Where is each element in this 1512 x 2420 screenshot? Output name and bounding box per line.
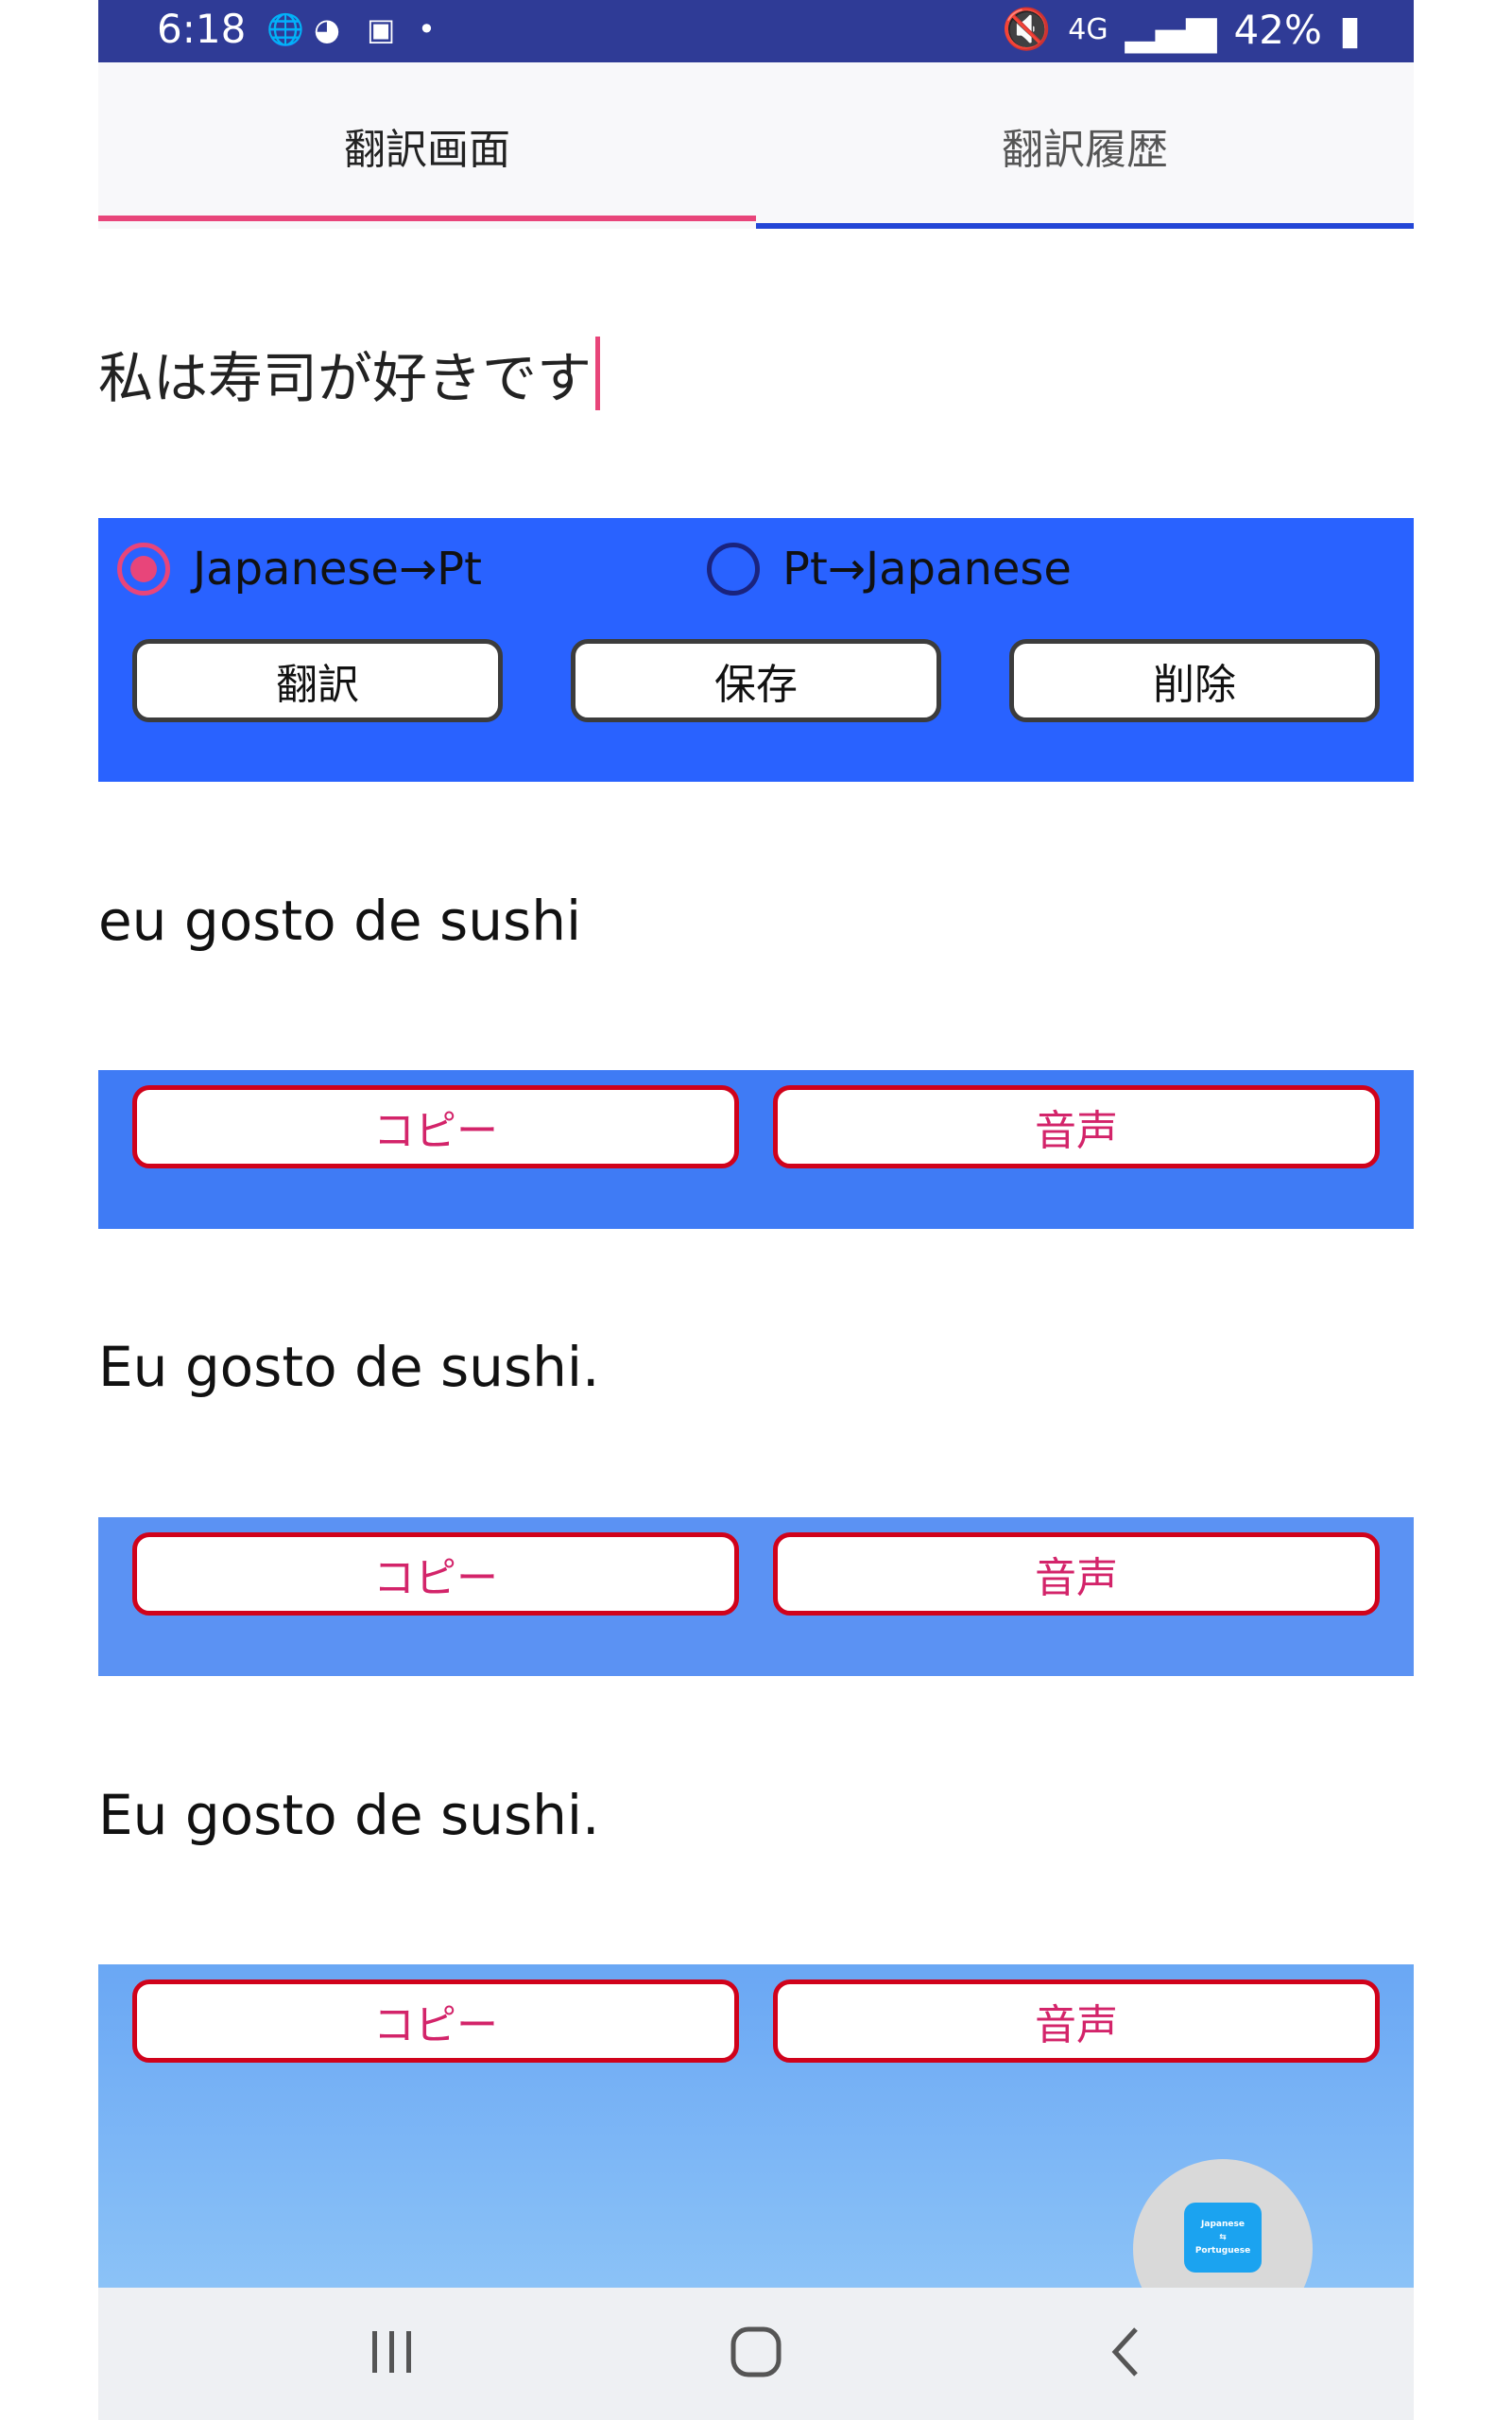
home-button[interactable] bbox=[699, 2310, 813, 2395]
copy-button[interactable]: コピー bbox=[132, 1085, 739, 1168]
result-text: eu gosto de sushi bbox=[98, 889, 582, 953]
back-button[interactable] bbox=[1070, 2310, 1183, 2395]
app-logo-icon: Japanese ⇆ Portuguese bbox=[1184, 2203, 1262, 2273]
home-icon bbox=[730, 2326, 782, 2377]
copy-button[interactable]: コピー bbox=[132, 1532, 739, 1616]
copy-button[interactable]: コピー bbox=[132, 1979, 739, 2063]
control-panel: Japanese→Pt Pt→Japanese 翻訳 保存 削除 bbox=[98, 518, 1414, 782]
battery-percent: 42% bbox=[1233, 6, 1322, 53]
save-button[interactable]: 保存 bbox=[571, 639, 941, 722]
radio-selected-icon bbox=[117, 543, 170, 596]
radio-label: Pt→Japanese bbox=[782, 543, 1072, 596]
source-text: 私は寿司が好きです bbox=[98, 346, 593, 410]
mute-icon: 🔇 bbox=[1001, 6, 1052, 52]
result-actions-panel: コピー 音声 bbox=[98, 1517, 1414, 1676]
radio-unselected-icon bbox=[707, 543, 760, 596]
source-text-input[interactable]: 私は寿司が好きです bbox=[98, 312, 1414, 435]
direction-radio-group: Japanese→Pt Pt→Japanese bbox=[117, 533, 1383, 609]
translate-globe-icon: 🌐 bbox=[266, 11, 304, 47]
tab-history[interactable]: 翻訳履歴 bbox=[756, 62, 1414, 229]
back-chevron-icon bbox=[1111, 2327, 1138, 2377]
radio-pt-to-japanese[interactable]: Pt→Japanese bbox=[707, 543, 1072, 596]
result-actions-panel: コピー 音声 bbox=[98, 1070, 1414, 1229]
speech-button[interactable]: 音声 bbox=[773, 1085, 1380, 1168]
network-type: 4G bbox=[1068, 12, 1108, 46]
logo-text-line: Portuguese bbox=[1194, 2246, 1251, 2256]
system-nav-bar bbox=[98, 2288, 1414, 2420]
logo-text-line: ⇆ bbox=[1219, 2233, 1227, 2242]
ge-icon: ▣ bbox=[367, 11, 396, 47]
speech-button[interactable]: 音声 bbox=[773, 1979, 1380, 2063]
radio-japanese-to-pt[interactable]: Japanese→Pt bbox=[117, 543, 482, 596]
speech-button[interactable]: 音声 bbox=[773, 1532, 1380, 1616]
status-time: 6:18 bbox=[157, 6, 247, 52]
tab-translate[interactable]: 翻訳画面 bbox=[98, 62, 756, 229]
phone-screen: 6:18 🌐 ◕ ▣ • 🔇 4G ▂▄▆ 42% ▮ 翻訳画面 翻訳履歴 私は… bbox=[98, 0, 1414, 2420]
logo-text-line: Japanese bbox=[1201, 2220, 1245, 2229]
status-bar: 6:18 🌐 ◕ ▣ • 🔇 4G ▂▄▆ 42% ▮ bbox=[98, 0, 1414, 62]
translate-button[interactable]: 翻訳 bbox=[132, 639, 503, 722]
radio-label: Japanese→Pt bbox=[193, 543, 482, 596]
tab-indicator-active bbox=[98, 216, 756, 221]
notification-dot-icon: • bbox=[418, 11, 436, 47]
tab-bar: 翻訳画面 翻訳履歴 bbox=[98, 62, 1414, 229]
signal-icon: ▂▄▆ bbox=[1125, 6, 1217, 53]
recent-apps-button[interactable] bbox=[335, 2310, 448, 2395]
recent-apps-icon bbox=[372, 2331, 411, 2373]
tab-indicator-track bbox=[756, 223, 1414, 229]
result-text: Eu gosto de sushi. bbox=[98, 1335, 600, 1399]
battery-icon: ▮ bbox=[1338, 6, 1361, 53]
delete-button[interactable]: 削除 bbox=[1009, 639, 1380, 722]
globe-icon: ◕ bbox=[314, 11, 340, 47]
text-caret bbox=[595, 337, 601, 410]
result-text: Eu gosto de sushi. bbox=[98, 1783, 600, 1847]
